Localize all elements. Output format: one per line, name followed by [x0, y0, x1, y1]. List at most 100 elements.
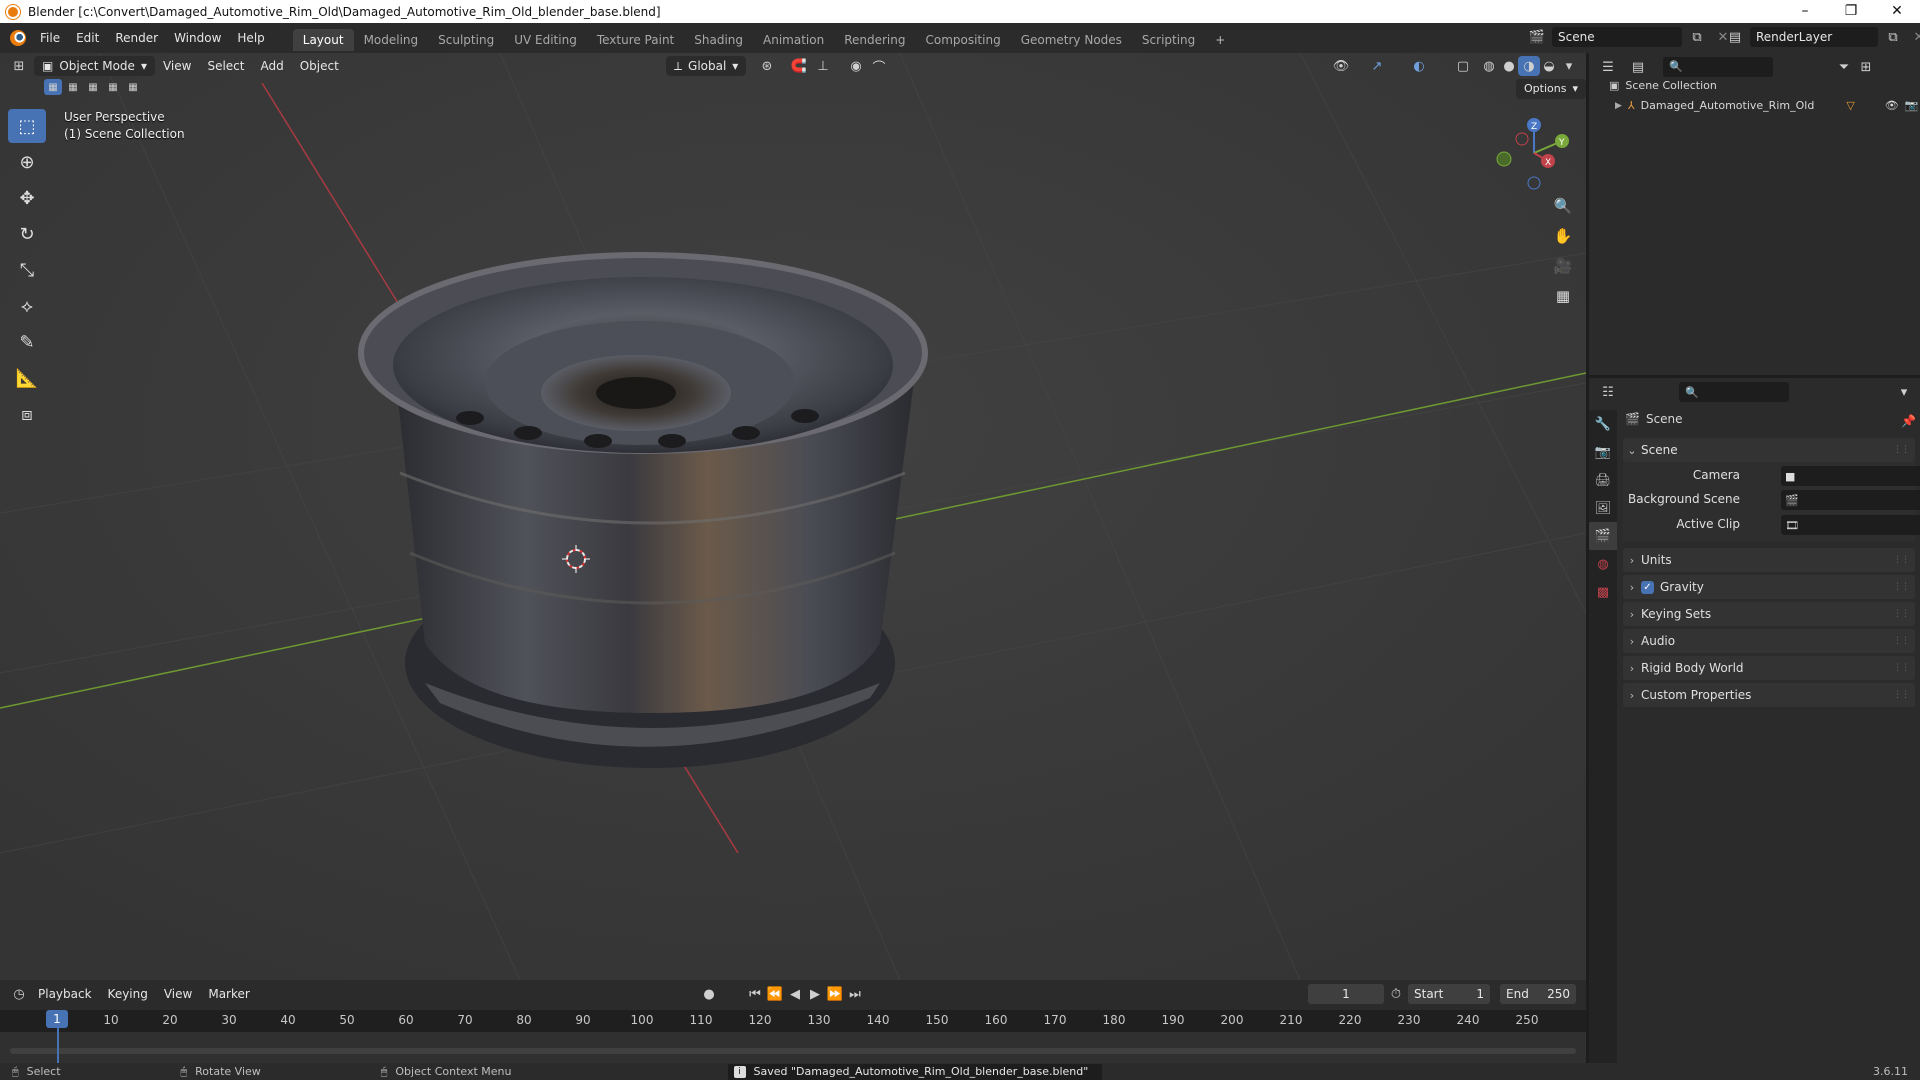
eye-visibility-icon[interactable]: 👁: [1885, 99, 1899, 112]
expand-chevron-icon[interactable]: ▶: [1615, 101, 1622, 111]
auto-keying-icon[interactable]: ●: [698, 984, 720, 1004]
measure-icon[interactable]: 📐: [8, 361, 46, 395]
current-frame-field[interactable]: 1: [1308, 984, 1384, 1004]
tab-rendering[interactable]: Rendering: [834, 29, 915, 51]
playhead-frame-indicator[interactable]: 1: [46, 1010, 68, 1028]
gravity-checkbox[interactable]: ✓: [1641, 580, 1654, 594]
output-tab-icon[interactable]: 🖨: [1589, 466, 1617, 494]
menu-window[interactable]: Window: [166, 23, 229, 53]
mode-dropdown[interactable]: ▣ Object Mode ▾: [34, 56, 155, 76]
options-dropdown[interactable]: Options ▾: [1516, 79, 1586, 99]
annotate-icon[interactable]: ✎: [8, 325, 46, 359]
properties-editor-type-icon[interactable]: ☷: [1597, 382, 1619, 402]
jump-end-icon[interactable]: ⏭: [844, 984, 866, 1004]
jump-keyframe-forward-icon[interactable]: ⏩: [824, 984, 846, 1004]
blender-menu-icon[interactable]: [10, 30, 26, 46]
viewport-menu-object[interactable]: Object: [292, 59, 347, 73]
texture-tab-icon[interactable]: ▩: [1589, 578, 1617, 606]
add-workspace-button[interactable]: +: [1205, 29, 1235, 51]
xray-toggle-icon[interactable]: ▢: [1452, 56, 1474, 76]
visibility-icon[interactable]: 👁: [1330, 56, 1352, 76]
select-intersect-icon[interactable]: ▦: [124, 79, 142, 95]
new-collection-icon[interactable]: ⊞: [1855, 57, 1877, 77]
drag-grip-icon[interactable]: ⋮⋮: [1893, 582, 1910, 592]
outliner-row-scene-collection[interactable]: ▣ Scene Collection: [1609, 79, 1717, 92]
timeline-scrollbar[interactable]: [10, 1048, 1576, 1054]
view-layer-tab-icon[interactable]: 🖼: [1589, 494, 1617, 522]
rotate-icon[interactable]: ↻: [8, 217, 46, 251]
cursor-icon[interactable]: ⊕: [8, 145, 46, 179]
view-layer-icon[interactable]: ▤: [1724, 27, 1746, 47]
tab-geometry-nodes[interactable]: Geometry Nodes: [1011, 29, 1132, 51]
pan-hand-icon[interactable]: ✋: [1550, 223, 1576, 249]
active-clip-field[interactable]: 🎞: [1781, 515, 1920, 535]
wireframe-shading-icon[interactable]: ◍: [1478, 56, 1500, 76]
panel-audio[interactable]: › Audio ⋮⋮: [1623, 629, 1915, 653]
minimize-button[interactable]: –: [1782, 0, 1828, 23]
add-cube-icon[interactable]: ⧈: [8, 397, 46, 431]
outliner-search-input[interactable]: 🔍: [1663, 57, 1773, 77]
move-icon[interactable]: ✥: [8, 181, 46, 215]
viewport-menu-view[interactable]: View: [155, 59, 199, 73]
navigation-gizmo[interactable]: Z Y X: [1486, 111, 1576, 191]
select-subtract-icon[interactable]: ▦: [84, 79, 102, 95]
select-extend-icon[interactable]: ▦: [64, 79, 82, 95]
select-box-icon[interactable]: ⬚: [8, 109, 46, 143]
tab-shading[interactable]: Shading: [684, 29, 753, 51]
menu-edit[interactable]: Edit: [68, 23, 107, 53]
properties-search-input[interactable]: 🔍: [1679, 382, 1789, 402]
material-preview-shading-icon[interactable]: ◑: [1518, 56, 1540, 76]
panel-gravity[interactable]: › ✓ Gravity ⋮⋮: [1623, 575, 1915, 599]
timeline-menu-marker[interactable]: Marker: [200, 987, 257, 1001]
view-layer-selector[interactable]: RenderLayer: [1750, 27, 1878, 47]
panel-units[interactable]: › Units ⋮⋮: [1623, 548, 1915, 572]
rim-model[interactable]: [358, 252, 928, 768]
shading-options-icon[interactable]: ▾: [1558, 56, 1580, 76]
camera-field[interactable]: ■ ✎: [1781, 466, 1920, 486]
tab-texture-paint[interactable]: Texture Paint: [587, 29, 684, 51]
play-reverse-icon[interactable]: ◀: [784, 984, 806, 1004]
camera-render-icon[interactable]: 📷: [1905, 99, 1919, 112]
close-button[interactable]: ✕: [1874, 0, 1920, 23]
drag-grip-icon[interactable]: ⋮⋮: [1893, 636, 1910, 646]
perspective-grid-icon[interactable]: ▦: [1550, 283, 1576, 309]
outliner-row-object[interactable]: ▶ ⅄ Damaged_Automotive_Rim_Old ▽ 👁 📷: [1615, 99, 1918, 112]
tab-layout[interactable]: Layout: [292, 29, 354, 51]
drag-grip-icon[interactable]: ⋮⋮: [1893, 663, 1910, 673]
filter-icon[interactable]: ⏷: [1833, 57, 1855, 77]
preview-range-icon[interactable]: ⏱: [1385, 984, 1407, 1004]
tab-sculpting[interactable]: Sculpting: [428, 29, 504, 51]
world-tab-icon[interactable]: ◍: [1589, 550, 1617, 578]
render-tab-icon[interactable]: 📷: [1589, 438, 1617, 466]
timeline-ruler[interactable]: 10 20 30 40 50 60 70 80 90 100 110 120 1…: [0, 1010, 1586, 1032]
properties-options-icon[interactable]: ▾: [1893, 382, 1915, 402]
tab-modeling[interactable]: Modeling: [354, 29, 429, 51]
select-invert-icon[interactable]: ▦: [104, 79, 122, 95]
tool-tab-icon[interactable]: 🔧: [1589, 410, 1617, 438]
tab-scripting[interactable]: Scripting: [1132, 29, 1205, 51]
scene-tab-icon[interactable]: 🎬: [1589, 522, 1617, 550]
timeline-menu-keying[interactable]: Keying: [100, 987, 156, 1001]
timeline-menu-playback[interactable]: Playback: [30, 987, 100, 1001]
drag-grip-icon[interactable]: ⋮⋮: [1893, 555, 1910, 565]
select-new-icon[interactable]: ▦: [44, 79, 62, 95]
pivot-point-icon[interactable]: ⊛: [756, 56, 778, 76]
outliner-editor-type-icon[interactable]: ☰: [1597, 57, 1619, 77]
tab-uv-editing[interactable]: UV Editing: [504, 29, 587, 51]
snap-target-icon[interactable]: ⊥: [812, 56, 834, 76]
maximize-button[interactable]: ❐: [1828, 0, 1874, 23]
viewport-menu-add[interactable]: Add: [252, 59, 291, 73]
transform-icon[interactable]: ⟡: [8, 289, 46, 323]
menu-render[interactable]: Render: [107, 23, 166, 53]
display-mode-icon[interactable]: ▤: [1627, 57, 1649, 77]
zoom-icon[interactable]: 🔍: [1550, 193, 1576, 219]
falloff-icon[interactable]: ⌒: [868, 56, 890, 76]
tab-compositing[interactable]: Compositing: [915, 29, 1010, 51]
editor-type-icon[interactable]: ⊞: [8, 56, 30, 76]
jump-start-icon[interactable]: ⏮: [744, 984, 766, 1004]
menu-help[interactable]: Help: [229, 23, 272, 53]
menu-file[interactable]: File: [32, 23, 68, 53]
start-frame-field[interactable]: Start 1: [1408, 984, 1490, 1004]
panel-rigid-body-world[interactable]: › Rigid Body World ⋮⋮: [1623, 656, 1915, 680]
pin-icon[interactable]: 📌: [1901, 414, 1916, 428]
